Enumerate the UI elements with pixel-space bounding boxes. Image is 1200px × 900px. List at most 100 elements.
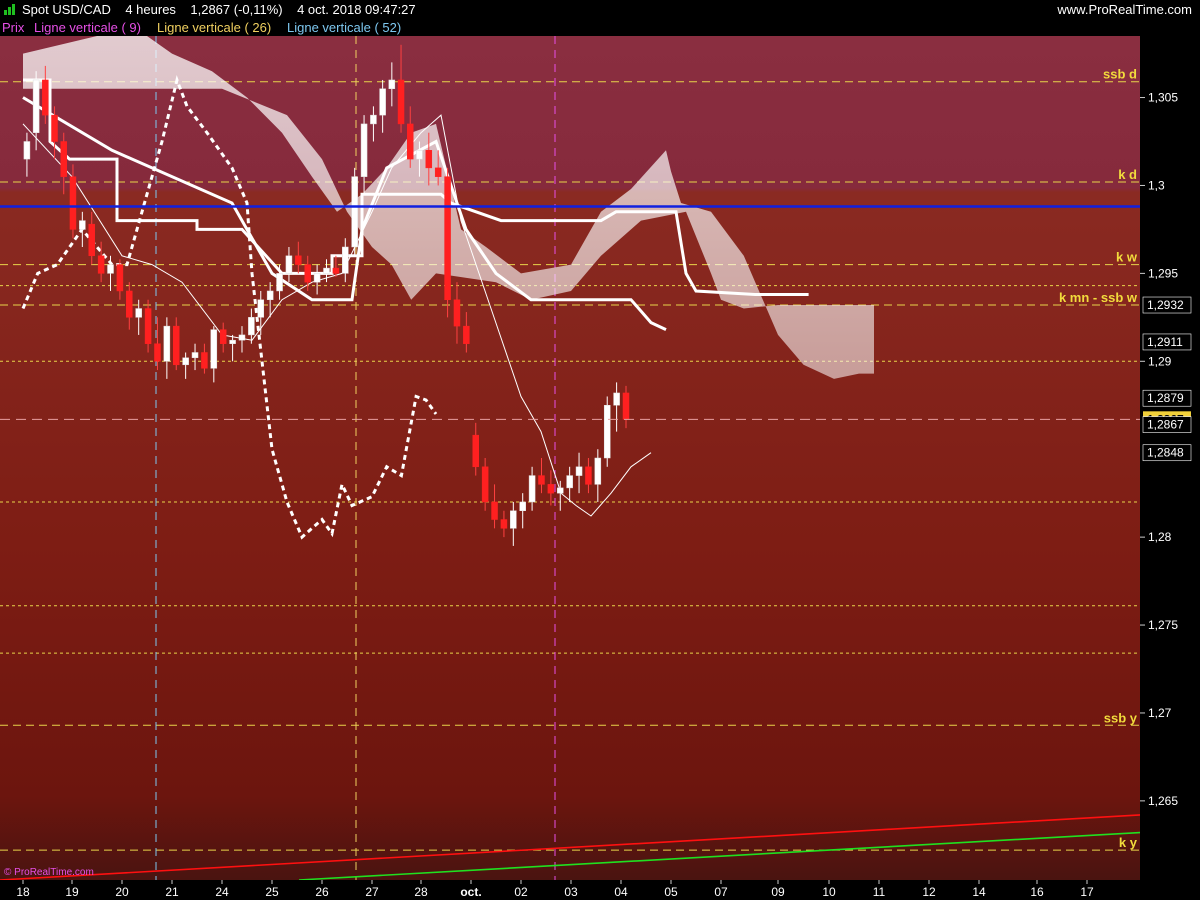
legend-item-ligne-verticale-26[interactable]: Ligne verticale ( 26) bbox=[157, 20, 271, 35]
x-tick-label: 04 bbox=[614, 885, 628, 899]
candle-body bbox=[594, 457, 602, 485]
x-tick-label: 12 bbox=[922, 885, 936, 899]
last-price-change: 1,2867 (-0,11%) bbox=[190, 2, 283, 17]
timeframe-label[interactable]: 4 heures bbox=[125, 2, 176, 17]
level-label: ssb d bbox=[1103, 67, 1137, 82]
candle-body bbox=[547, 484, 555, 494]
candle-body bbox=[285, 255, 293, 274]
price-tag-label: 1,2879 bbox=[1147, 391, 1184, 405]
x-tick-label: 02 bbox=[514, 885, 528, 899]
candle-body bbox=[510, 510, 517, 529]
candle-body bbox=[566, 475, 573, 489]
candle-body bbox=[575, 466, 583, 476]
chart-window: Spot USD/CAD 4 heures 1,2867 (-0,11%) 4 … bbox=[0, 0, 1200, 900]
x-tick-label: 26 bbox=[315, 885, 329, 899]
x-tick-label: 09 bbox=[771, 885, 785, 899]
candle-body bbox=[360, 123, 368, 177]
plot-background bbox=[0, 36, 1140, 880]
x-tick-label: 20 bbox=[115, 885, 129, 899]
candle-body bbox=[210, 329, 218, 369]
candle-body bbox=[116, 264, 124, 292]
candle-body bbox=[613, 392, 620, 406]
candle-body bbox=[173, 325, 180, 366]
price-tag-label: 1,2911 bbox=[1147, 335, 1183, 349]
candle-body bbox=[257, 299, 265, 318]
chart-title-bar: Spot USD/CAD 4 heures 1,2867 (-0,11%) 4 … bbox=[22, 2, 416, 17]
y-tick-label: 1,275 bbox=[1148, 618, 1178, 632]
x-tick-label: 21 bbox=[165, 885, 179, 899]
candle-body bbox=[481, 466, 489, 503]
candle-body bbox=[313, 273, 321, 283]
x-tick-label: 17 bbox=[1080, 885, 1094, 899]
x-tick-label: 18 bbox=[16, 885, 30, 899]
candle-body bbox=[97, 255, 105, 274]
candle-body bbox=[370, 114, 377, 125]
candle-body bbox=[406, 123, 414, 160]
x-tick-label: oct. bbox=[460, 885, 481, 899]
candle-body bbox=[266, 290, 274, 301]
candle-body bbox=[182, 357, 189, 366]
candle-body bbox=[23, 141, 31, 160]
x-tick-label: 27 bbox=[365, 885, 379, 899]
candle-body bbox=[32, 79, 40, 133]
candle-body bbox=[304, 264, 311, 283]
candle-body bbox=[323, 267, 330, 274]
candle-body bbox=[238, 334, 246, 341]
candle-body bbox=[434, 167, 442, 177]
price-tag-label: 1,2848 bbox=[1147, 446, 1184, 460]
candle-body bbox=[163, 325, 171, 362]
candle-body bbox=[425, 150, 433, 169]
chart-header: Spot USD/CAD 4 heures 1,2867 (-0,11%) 4 … bbox=[0, 0, 1200, 19]
price-chart[interactable]: ssb d k d k w k mn - ssb w ssb y k y 1,305 1,3… bbox=[0, 36, 1200, 900]
level-label: k mn - ssb w bbox=[1059, 290, 1138, 305]
candle-body bbox=[603, 405, 611, 459]
candle-body bbox=[472, 434, 479, 468]
candle-body bbox=[295, 255, 302, 265]
brand-link[interactable]: www.ProRealTime.com bbox=[1057, 2, 1192, 17]
x-tick-label: 10 bbox=[822, 885, 836, 899]
x-tick-label: 24 bbox=[215, 885, 229, 899]
y-tick-label: 1,28 bbox=[1148, 530, 1172, 544]
candle-body bbox=[388, 79, 396, 90]
candle-body bbox=[500, 519, 508, 529]
candle-body bbox=[463, 325, 470, 344]
y-tick-label: 1,29 bbox=[1148, 354, 1172, 368]
legend-item-ligne-verticale-52[interactable]: Ligne verticale ( 52) bbox=[287, 20, 401, 35]
candle-body bbox=[622, 392, 630, 420]
copyright-label: © ProRealTime.com bbox=[4, 867, 94, 878]
candle-body bbox=[60, 141, 67, 177]
x-tick-label: 16 bbox=[1030, 885, 1044, 899]
candle-body bbox=[585, 466, 592, 485]
legend-item-ligne-verticale-9[interactable]: Ligne verticale ( 9) bbox=[34, 20, 141, 35]
x-tick-label: 19 bbox=[65, 885, 79, 899]
x-axis-panel bbox=[0, 880, 1200, 900]
y-tick-label: 1,305 bbox=[1148, 91, 1178, 105]
candle-body bbox=[51, 114, 58, 142]
y-tick-label: 1,3 bbox=[1148, 178, 1165, 192]
symbol-name: Spot USD/CAD bbox=[22, 2, 111, 17]
candle-body bbox=[135, 308, 142, 318]
level-label: k d bbox=[1118, 167, 1137, 182]
x-tick-label: 25 bbox=[265, 885, 279, 899]
candle-body bbox=[79, 220, 86, 230]
candle-body bbox=[219, 329, 227, 344]
candle-body bbox=[351, 176, 358, 248]
legend-item-prix[interactable]: Prix bbox=[2, 20, 24, 35]
y-tick-label: 1,295 bbox=[1148, 266, 1178, 280]
level-label: k w bbox=[1116, 250, 1138, 265]
candle-body bbox=[416, 150, 423, 160]
x-tick-label: 03 bbox=[564, 885, 578, 899]
y-tick-label: 1,27 bbox=[1148, 706, 1172, 720]
x-tick-label: 28 bbox=[414, 885, 428, 899]
level-label: k y bbox=[1119, 835, 1138, 850]
candle-body bbox=[126, 290, 133, 318]
candle-body bbox=[538, 475, 545, 485]
candle-body bbox=[144, 308, 152, 344]
candle-body bbox=[397, 79, 405, 125]
level-label: ssb y bbox=[1104, 710, 1138, 725]
candle-body bbox=[201, 352, 208, 369]
price-tag-label: 1,2867 bbox=[1147, 418, 1184, 432]
chart-app-icon bbox=[4, 4, 15, 15]
candle-body bbox=[519, 501, 526, 512]
x-tick-label: 14 bbox=[972, 885, 986, 899]
